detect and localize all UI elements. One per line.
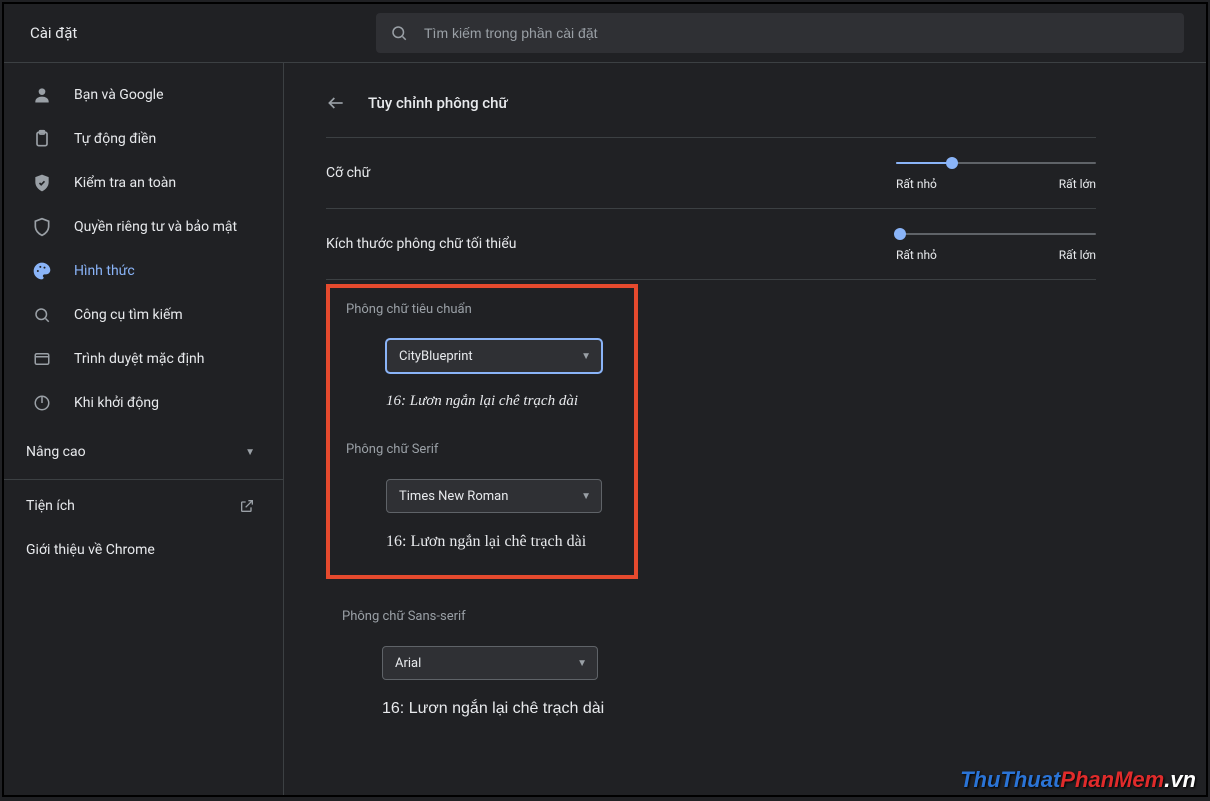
search-input[interactable] [424, 25, 1170, 41]
sans-font-preview: 16: Lươn ngắn lại chê trạch dài [382, 700, 624, 718]
sidebar-item-on-startup[interactable]: Khi khởi động [4, 381, 283, 425]
sidebar-item-appearance[interactable]: Hình thức [4, 249, 283, 293]
sidebar-item-privacy[interactable]: Quyền riêng tư và bảo mật [4, 205, 283, 249]
app-title: Cài đặt [4, 24, 376, 42]
min-font-size-label: Kích thước phông chữ tối thiểu [326, 236, 516, 252]
palette-icon [32, 261, 52, 281]
shield-check-icon [32, 173, 52, 193]
sidebar-item-label: Hình thức [74, 263, 135, 279]
sidebar-advanced-toggle[interactable]: Nâng cao ▼ [4, 429, 283, 475]
sidebar: Bạn và Google Tự động điền Kiểm tra an t… [4, 63, 284, 795]
sidebar-item-extensions[interactable]: Tiện ích [4, 484, 283, 528]
standard-font-title: Phông chữ tiêu chuẩn [344, 302, 620, 317]
sans-font-section: Phông chữ Sans-serif Arial ▼ 16: Lươn ng… [326, 579, 638, 718]
search-icon [32, 306, 52, 324]
standard-font-value: CityBlueprint [399, 349, 473, 364]
sidebar-item-search-engine[interactable]: Công cụ tìm kiếm [4, 293, 283, 337]
chevron-down-icon: ▼ [581, 351, 591, 362]
about-label: Giới thiệu về Chrome [26, 542, 155, 558]
sidebar-item-about[interactable]: Giới thiệu về Chrome [4, 528, 283, 572]
standard-font-preview: 16: Lươn ngắn lại chê trạch dài [386, 393, 620, 410]
min-font-size-slider[interactable] [896, 226, 1096, 242]
standard-font-section: Phông chữ tiêu chuẩn CityBlueprint ▼ 16:… [344, 302, 620, 410]
font-size-min-label: Rất nhỏ [896, 177, 937, 191]
font-size-max-label: Rất lớn [1059, 177, 1096, 191]
chevron-down-icon: ▼ [577, 658, 587, 669]
sans-font-value: Arial [395, 656, 421, 671]
main-content: Tùy chỉnh phông chữ Cỡ chữ Rất nhỏ Rất l… [284, 63, 1206, 795]
advanced-label: Nâng cao [26, 444, 86, 460]
serif-font-section: Phông chữ Serif Times New Roman ▼ 16: Lư… [344, 442, 620, 551]
clipboard-icon [32, 129, 52, 149]
serif-font-preview: 16: Lươn ngắn lại chê trạch dài [386, 533, 620, 551]
sidebar-item-label: Trình duyệt mặc định [74, 351, 205, 367]
external-link-icon [239, 498, 255, 514]
sidebar-item-default-browser[interactable]: Trình duyệt mặc định [4, 337, 283, 381]
serif-font-title: Phông chữ Serif [344, 442, 620, 457]
min-font-size-max-label: Rất lớn [1059, 248, 1096, 262]
min-font-size-min-label: Rất nhỏ [896, 248, 937, 262]
power-icon [32, 394, 52, 412]
sidebar-item-label: Bạn và Google [74, 87, 164, 103]
person-icon [32, 85, 52, 105]
sans-font-dropdown[interactable]: Arial ▼ [382, 646, 598, 680]
sidebar-item-label: Quyền riêng tư và bảo mật [74, 219, 237, 235]
search-icon [390, 24, 408, 42]
window-icon [32, 350, 52, 368]
font-size-label: Cỡ chữ [326, 165, 370, 181]
sans-font-title: Phông chữ Sans-serif [340, 609, 624, 624]
sidebar-separator [4, 479, 283, 480]
page-title: Tùy chỉnh phông chữ [368, 94, 508, 112]
standard-font-dropdown[interactable]: CityBlueprint ▼ [386, 339, 602, 373]
serif-font-dropdown[interactable]: Times New Roman ▼ [386, 479, 602, 513]
font-size-row: Cỡ chữ Rất nhỏ Rất lớn [326, 138, 1096, 208]
serif-font-value: Times New Roman [399, 489, 508, 504]
min-font-size-row: Kích thước phông chữ tối thiểu Rất nhỏ R… [326, 209, 1096, 279]
chevron-down-icon: ▼ [245, 447, 255, 458]
extensions-label: Tiện ích [26, 498, 75, 514]
sidebar-item-label: Kiểm tra an toàn [74, 175, 176, 191]
sidebar-item-label: Tự động điền [74, 131, 156, 147]
shield-icon [32, 217, 52, 237]
sidebar-item-autofill[interactable]: Tự động điền [4, 117, 283, 161]
font-size-slider[interactable] [896, 155, 1096, 171]
sidebar-item-label: Khi khởi động [74, 395, 159, 411]
chevron-down-icon: ▼ [581, 491, 591, 502]
search-box[interactable] [376, 13, 1184, 53]
sidebar-item-label: Công cụ tìm kiếm [74, 307, 183, 323]
sidebar-item-you-and-google[interactable]: Bạn và Google [4, 73, 283, 117]
back-button[interactable] [326, 93, 346, 113]
highlight-annotation: Phông chữ tiêu chuẩn CityBlueprint ▼ 16:… [326, 284, 638, 579]
sidebar-item-safety-check[interactable]: Kiểm tra an toàn [4, 161, 283, 205]
